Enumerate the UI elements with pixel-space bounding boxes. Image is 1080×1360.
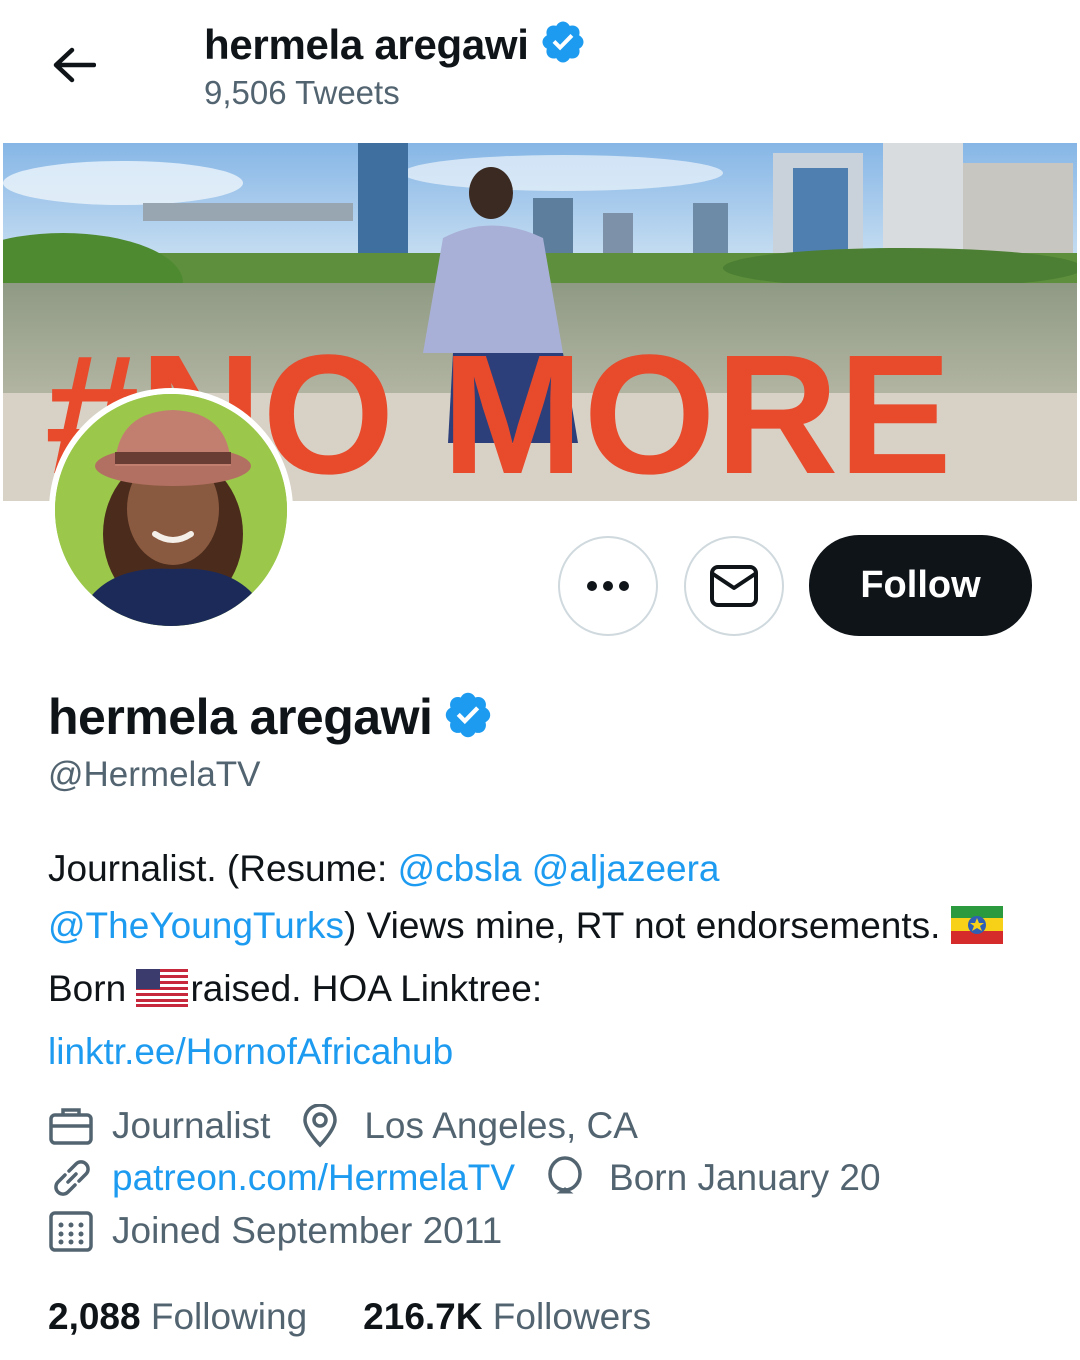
linktree-link[interactable]: linktr.ee/HornofAfricahub	[48, 1031, 453, 1072]
profile-name-row: hermela aregawi	[48, 688, 494, 746]
following-count: 2,088	[48, 1296, 141, 1337]
message-button[interactable]	[684, 536, 784, 636]
mention-aljazeera[interactable]: @aljazeera	[532, 848, 720, 889]
bio-text: ) Views mine, RT not endorsements.	[344, 905, 951, 946]
briefcase-icon	[48, 1104, 100, 1148]
avatar[interactable]	[49, 388, 293, 632]
arrow-left-icon	[53, 47, 96, 83]
verified-badge-icon	[442, 689, 494, 746]
bio-text: Born	[48, 968, 137, 1009]
website-link[interactable]: patreon.com/HermelaTV	[112, 1157, 515, 1199]
header-name: hermela aregawi	[204, 20, 529, 68]
profile-handle: @HermelaTV	[48, 755, 261, 794]
followers-count: 216.7K	[363, 1296, 483, 1337]
envelope-icon	[710, 565, 758, 607]
follow-button[interactable]: Follow	[809, 535, 1032, 636]
calendar-icon	[48, 1209, 100, 1253]
more-dots-icon	[587, 581, 629, 591]
top-bar: hermela aregawi 9,506 Tweets	[0, 0, 1080, 140]
location-pin-icon	[300, 1104, 352, 1148]
location-text: Los Angeles, CA	[364, 1105, 638, 1146]
more-button[interactable]	[558, 536, 658, 636]
bio-text: raised. HOA Linktree:	[190, 968, 543, 1009]
followers-stat[interactable]: 216.7K Followers	[363, 1296, 651, 1338]
follow-stats: 2,088 Following 216.7K Followers	[48, 1296, 707, 1338]
profile-meta-row: Joined September 2011	[48, 1209, 532, 1253]
profile-name: hermela aregawi	[48, 689, 433, 745]
location-item: Los Angeles, CA	[300, 1104, 638, 1148]
following-label: Following	[140, 1296, 308, 1337]
website-item: patreon.com/HermelaTV	[48, 1156, 515, 1200]
profession-item: Journalist	[48, 1104, 270, 1148]
header-title-row: hermela aregawi	[204, 18, 587, 71]
joined-item: Joined September 2011	[48, 1209, 502, 1253]
profession-text: Journalist	[112, 1105, 271, 1146]
birthday-text: Born January 20	[609, 1157, 881, 1198]
link-icon	[48, 1156, 100, 1200]
mention-theyoungturks[interactable]: @TheYoungTurks	[48, 905, 344, 946]
profile-meta-row: patreon.com/HermelaTV Born January 20	[48, 1156, 911, 1200]
joined-text: Joined September 2011	[112, 1210, 503, 1251]
birthday-item: Born January 20	[545, 1156, 881, 1200]
profile-bio: Journalist. (Resume: @cbsla @aljazeera @T…	[48, 840, 1048, 1080]
us-flag-icon	[136, 966, 189, 1023]
followers-label: Followers	[482, 1296, 652, 1337]
back-button[interactable]	[40, 35, 108, 95]
balloon-icon	[545, 1156, 597, 1200]
mention-cbsla[interactable]: @cbsla	[398, 848, 522, 889]
bio-text: Journalist. (Resume:	[48, 848, 398, 889]
tweet-count: 9,506 Tweets	[204, 74, 400, 111]
profile-meta-row: Journalist Los Angeles, CA	[48, 1104, 668, 1148]
verified-badge-icon	[539, 18, 587, 71]
following-stat[interactable]: 2,088 Following	[48, 1296, 307, 1338]
ethiopia-flag-icon	[950, 903, 1003, 960]
